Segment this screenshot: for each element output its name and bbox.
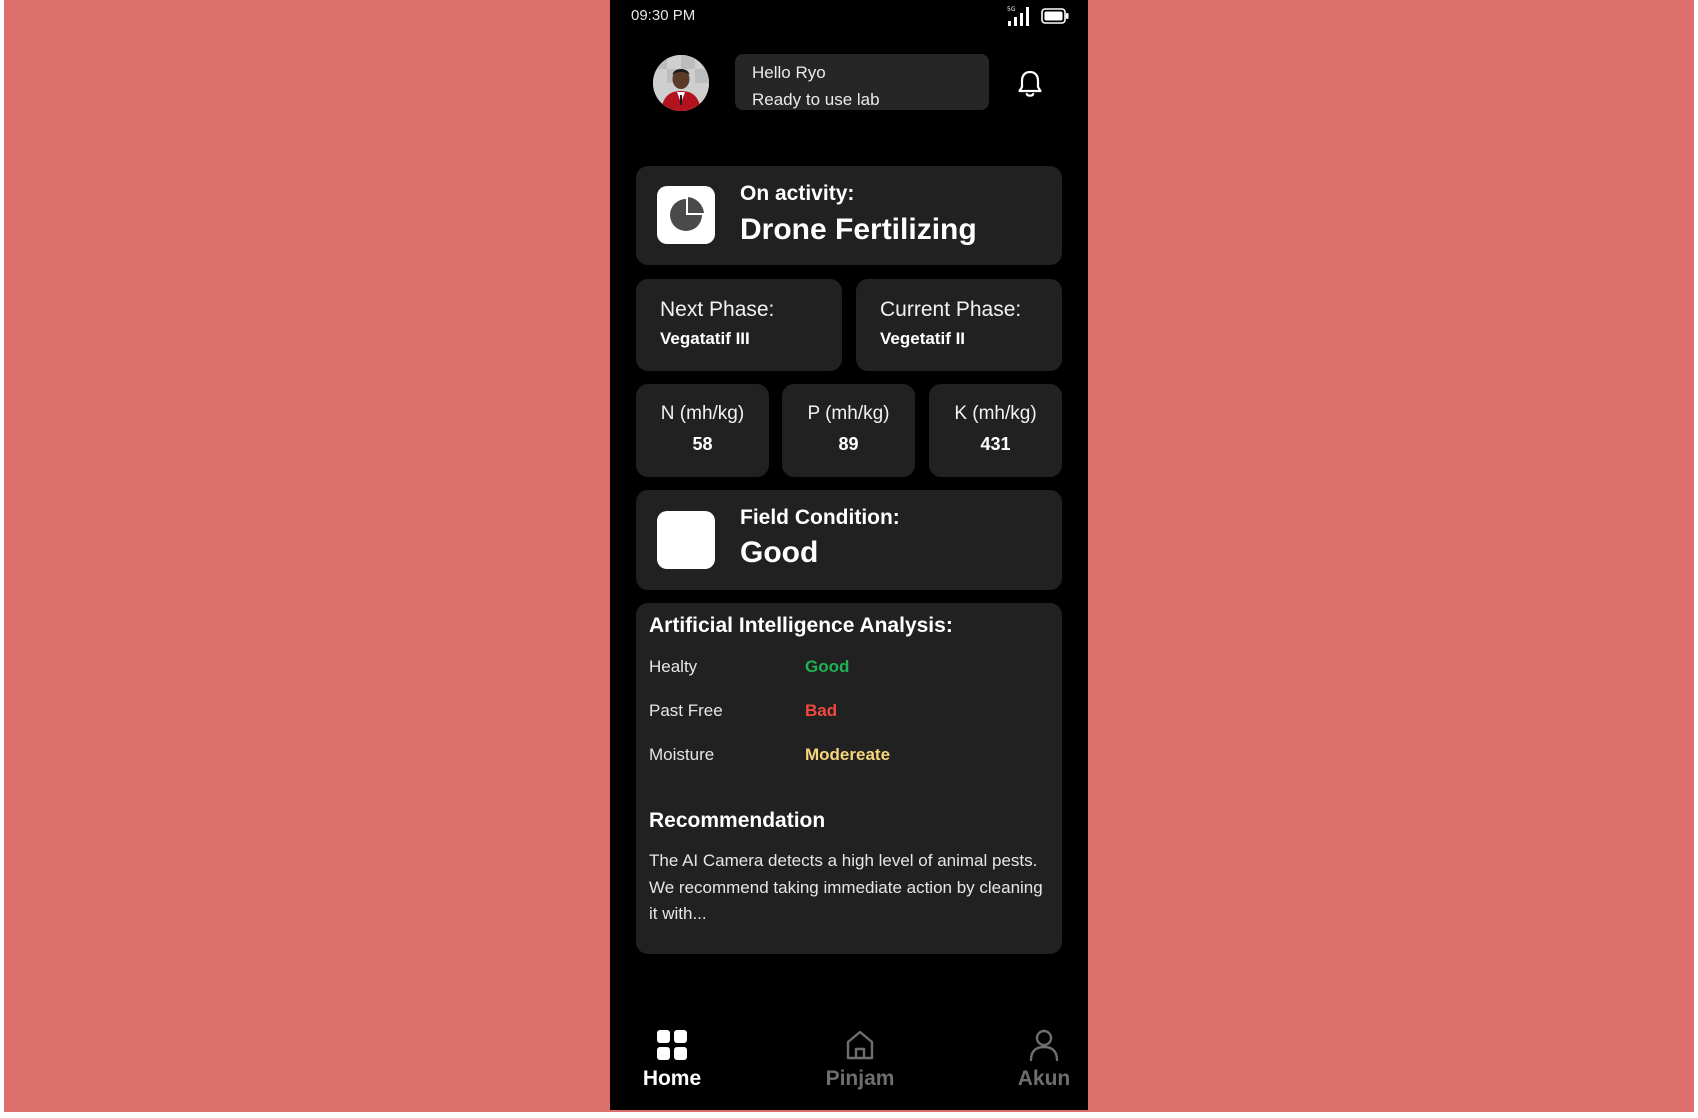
- nutrient-card-n: N (mh/kg) 58: [636, 384, 769, 477]
- nutrient-label: K (mh/kg): [954, 403, 1037, 424]
- current-phase-label: Current Phase:: [880, 298, 1022, 321]
- home-icon: [846, 1030, 874, 1060]
- pie-chart-icon: [670, 197, 704, 231]
- ai-analysis-card: Artificial Intelligence Analysis: Healty…: [636, 603, 1062, 954]
- field-condition-value: Good: [740, 536, 819, 569]
- field-condition-label: Field Condition:: [740, 506, 900, 529]
- nav-akun-label: Akun: [1017, 1067, 1071, 1090]
- nutrient-value: 89: [838, 434, 859, 454]
- user-icon: [1029, 1029, 1059, 1062]
- ai-analysis-title: Artificial Intelligence Analysis:: [649, 614, 953, 637]
- field-condition-icon: [657, 511, 715, 569]
- field-condition-card[interactable]: Field Condition: Good: [636, 490, 1062, 590]
- bell-icon[interactable]: [1014, 68, 1046, 100]
- greeting-subtitle: Ready to use lab: [752, 90, 880, 109]
- nutrient-card-k: K (mh/kg) 431: [929, 384, 1062, 477]
- current-phase-value: Vegetatif II: [880, 329, 966, 348]
- activity-icon-tile: [657, 186, 715, 244]
- recommendation-title: Recommendation: [649, 809, 826, 832]
- next-phase-label: Next Phase:: [660, 298, 775, 321]
- status-bar: 09:30 PM 5G: [610, 0, 1088, 32]
- user-photo-icon: [653, 55, 709, 111]
- signal-5g-icon: 5G: [1007, 6, 1029, 26]
- ai-row-value-pest-free: Bad: [805, 701, 838, 720]
- nav-akun[interactable]: Akun: [984, 1028, 1088, 1098]
- battery-icon: [1041, 8, 1069, 24]
- nav-pinjam[interactable]: Pinjam: [800, 1028, 920, 1098]
- nutrient-label: N (mh/kg): [660, 403, 745, 424]
- phone-screen: 09:30 PM 5G Hello Ryo Ready to use lab O…: [610, 0, 1088, 1110]
- nav-pinjam-label: Pinjam: [825, 1067, 895, 1090]
- svg-text:5G: 5G: [1007, 6, 1016, 13]
- nutrient-label: P (mh/kg): [807, 403, 890, 424]
- ai-row-label-pest-free: Past Free: [649, 701, 723, 720]
- nav-home-label: Home: [642, 1067, 702, 1090]
- activity-value: Drone Fertilizing: [740, 213, 977, 246]
- grid-icon: [657, 1030, 687, 1060]
- status-time: 09:30 PM: [631, 7, 696, 24]
- ai-row-label-healthy: Healty: [649, 657, 698, 676]
- current-phase-card: Current Phase: Vegetatif II: [856, 279, 1062, 371]
- ai-row-value-healthy: Good: [805, 657, 850, 676]
- ai-row-label-moisture: Moisture: [649, 745, 715, 764]
- avatar[interactable]: [653, 55, 709, 111]
- nutrient-value: 431: [980, 434, 1011, 454]
- nutrient-card-p: P (mh/kg) 89: [782, 384, 915, 477]
- nav-home[interactable]: Home: [612, 1028, 732, 1098]
- activity-label: On activity:: [740, 182, 855, 205]
- recommendation-text: The AI Camera detects a high level of an…: [649, 851, 1043, 923]
- ai-row-value-moisture: Modereate: [805, 745, 891, 764]
- activity-card[interactable]: On activity: Drone Fertilizing: [636, 166, 1062, 265]
- greeting-name: Hello Ryo: [752, 63, 826, 82]
- next-phase-value: Vegatatif III: [660, 329, 750, 348]
- next-phase-card: Next Phase: Vegatatif III: [636, 279, 842, 371]
- greeting-card: Hello Ryo Ready to use lab: [735, 54, 989, 110]
- nutrient-value: 58: [692, 434, 713, 454]
